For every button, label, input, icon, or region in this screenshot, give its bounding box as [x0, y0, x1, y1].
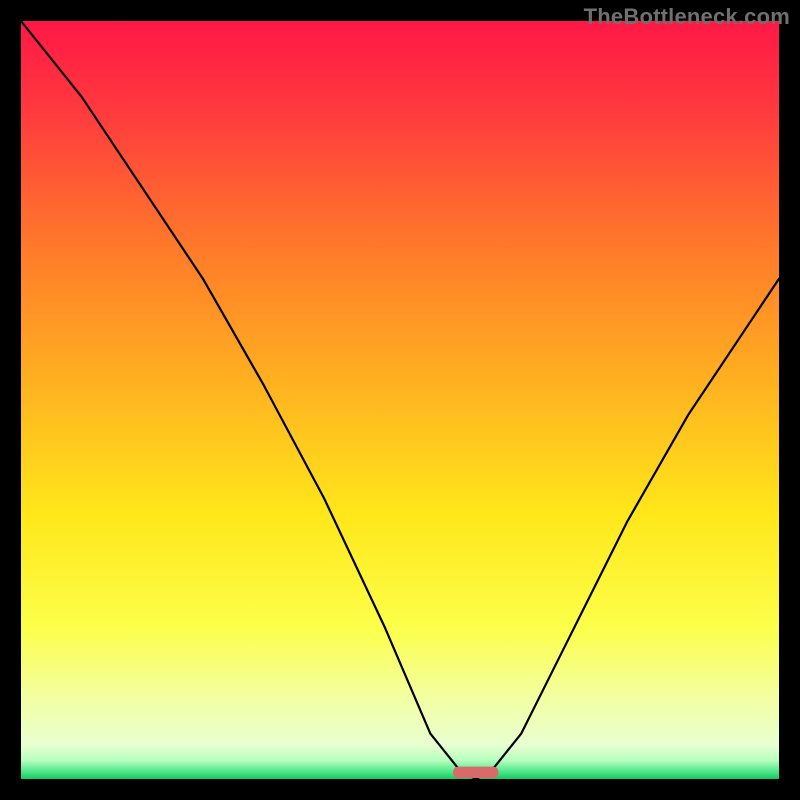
chart-svg [21, 21, 779, 779]
optimal-marker [453, 767, 498, 778]
plot-area [21, 21, 779, 779]
watermark-text: TheBottleneck.com [584, 4, 790, 30]
chart-frame: TheBottleneck.com [0, 0, 800, 800]
